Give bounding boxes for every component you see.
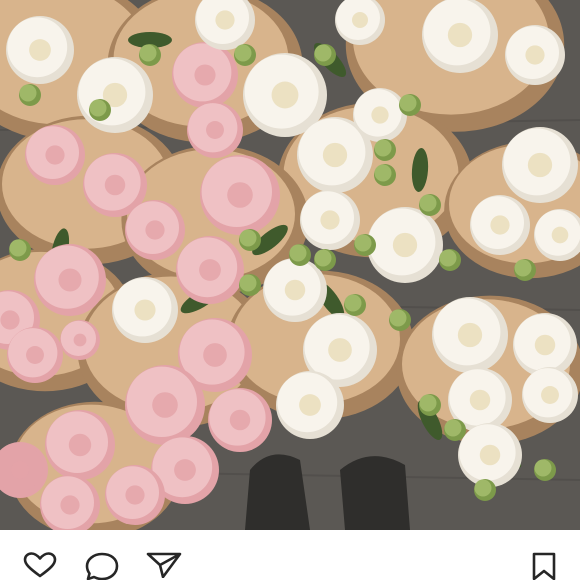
post-photo[interactable] (0, 0, 580, 530)
peony-bud-highlight (344, 294, 362, 312)
peony-center (199, 259, 221, 281)
peony-center (322, 142, 348, 168)
peony-center (352, 12, 368, 28)
peony-center (479, 444, 501, 466)
post-action-bar (0, 530, 580, 580)
peony-center (457, 322, 483, 348)
peony-center (206, 121, 224, 139)
peony-bud-highlight (239, 274, 257, 292)
peony-bud-highlight (374, 139, 392, 157)
peony-bud-highlight (399, 94, 417, 112)
peony-bud-highlight (444, 419, 462, 437)
peony-center (215, 10, 235, 30)
peony-bud-highlight (514, 259, 532, 277)
peony-center (525, 45, 545, 65)
peony-center (271, 81, 299, 109)
peony-bud-highlight (419, 194, 437, 212)
peony-center (174, 459, 196, 481)
peony-bud-highlight (389, 309, 407, 327)
peony-center (371, 106, 389, 124)
peony-center (299, 394, 321, 416)
comment-bubble-icon[interactable] (82, 552, 122, 580)
peony-bud-highlight (314, 44, 332, 62)
peony-center (527, 152, 553, 178)
peony-center (0, 310, 20, 330)
peony-center (551, 226, 569, 244)
peony-center (194, 64, 216, 86)
peony-center (26, 346, 44, 364)
save-bookmark-icon[interactable] (524, 552, 564, 580)
peony-bud-highlight (19, 84, 37, 102)
peony-bud-highlight (234, 44, 252, 62)
like-heart-icon[interactable] (20, 552, 60, 580)
peony-center (45, 145, 65, 165)
peony-bud-highlight (419, 394, 437, 412)
peony-bud-highlight (354, 234, 372, 252)
peony-center (229, 409, 251, 431)
peony-center (68, 433, 92, 457)
peony-center (125, 485, 145, 505)
peony-center (73, 333, 87, 347)
peony-bud-highlight (239, 229, 257, 247)
peony-center (11, 461, 29, 479)
peony-center (152, 392, 178, 418)
peony-center (60, 495, 80, 515)
peony-bud-highlight (314, 249, 332, 267)
peony-center (541, 386, 559, 404)
peony-bud-highlight (374, 164, 392, 182)
share-paper-plane-icon[interactable] (144, 552, 184, 580)
peony-bud-highlight (9, 239, 27, 257)
peony-center (469, 389, 491, 411)
peony-center (392, 232, 418, 258)
peony-bud-highlight (534, 459, 552, 477)
peony-center (145, 220, 165, 240)
peony-bud-highlight (139, 44, 157, 62)
peony-center (29, 39, 51, 61)
peony-bud-highlight (289, 244, 307, 262)
peony-center (320, 210, 340, 230)
peony-center (203, 343, 227, 367)
peony-center (134, 299, 156, 321)
peony-center (104, 174, 126, 196)
peony-bud-highlight (474, 479, 492, 497)
peony-center (58, 268, 82, 292)
peony-center (328, 338, 352, 362)
peony-center (447, 22, 473, 48)
peony-center (534, 334, 556, 356)
peony-center (284, 279, 306, 301)
peony-center (490, 215, 510, 235)
peony-center (227, 182, 253, 208)
peony-bud-highlight (89, 99, 107, 117)
peony-bud-highlight (439, 249, 457, 267)
